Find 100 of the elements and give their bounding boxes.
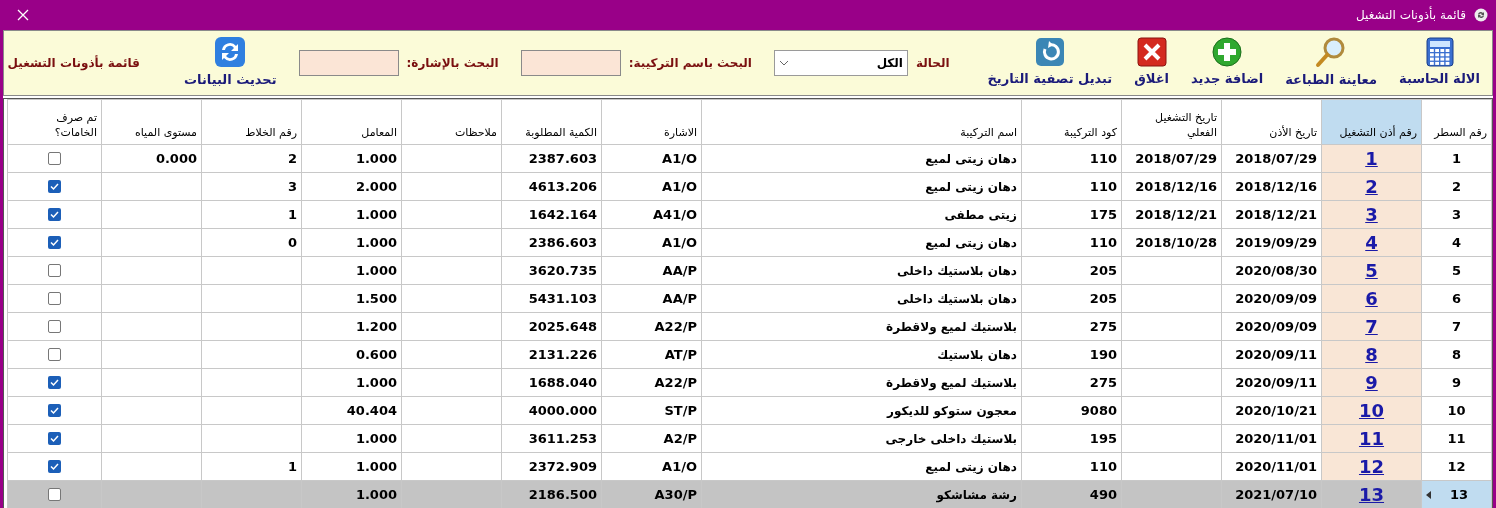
checkbox[interactable] xyxy=(48,376,61,389)
toolbar-button[interactable]: تبديل تصفية التاريخ xyxy=(987,37,1113,89)
permit-number-link[interactable]: 9 xyxy=(1365,372,1378,393)
search-name-label: البحث باسم التركيبة: xyxy=(628,55,752,72)
column-header[interactable]: تاريخ التشغيل الفعلي xyxy=(1121,99,1222,145)
column-header[interactable]: تاريخ الأذن xyxy=(1221,99,1322,145)
checkbox[interactable] xyxy=(48,264,61,277)
table-cell: 1.000 xyxy=(301,228,402,257)
table-cell: 1.000 xyxy=(301,368,402,397)
table-cell: 1.000 xyxy=(301,452,402,481)
table-cell: 1.200 xyxy=(301,312,402,341)
table-cell: بلاستيك لميع ولاقطرة xyxy=(701,368,1022,397)
column-header[interactable]: رقم الخلاط xyxy=(201,99,302,145)
toolbar-button[interactable]: اغلاق xyxy=(1134,37,1170,89)
search-sign-field[interactable] xyxy=(298,50,399,76)
checkbox[interactable] xyxy=(48,152,61,165)
checkbox[interactable] xyxy=(48,236,61,249)
table-cell: دهان زيتى لميع xyxy=(701,452,1022,481)
table-cell: 205 xyxy=(1021,256,1122,285)
checkbox[interactable] xyxy=(48,348,61,361)
table-cell: 2021/07/10 xyxy=(1221,480,1322,508)
table-cell: 2372.909 xyxy=(501,452,602,481)
table-cell: A30/P xyxy=(601,480,702,508)
table-cell: دهان بلاستيك داخلى xyxy=(701,284,1022,313)
table-cell: 2.000 xyxy=(301,172,402,201)
permit-number-link[interactable]: 10 xyxy=(1358,400,1385,421)
checkbox[interactable] xyxy=(48,404,61,417)
table-cell: 2020/08/30 xyxy=(1221,256,1322,285)
row-number-cell: 5 xyxy=(1421,256,1492,285)
plus-icon xyxy=(1212,37,1243,68)
row-number-cell: 3 xyxy=(1421,200,1492,229)
column-header[interactable]: المعامل xyxy=(301,99,402,145)
table-cell: 2131.226 xyxy=(501,340,602,369)
table-cell: 3611.253 xyxy=(501,424,602,453)
permit-number-link[interactable]: 11 xyxy=(1358,428,1385,449)
toolbar-button[interactable]: اضافة جديد xyxy=(1191,37,1264,89)
permit-number-link[interactable]: 7 xyxy=(1365,316,1378,337)
checkbox[interactable] xyxy=(48,432,61,445)
form-label: قائمة بأذونات التشغيل xyxy=(7,54,140,72)
table-cell: 110 xyxy=(1021,452,1122,481)
permit-number-link[interactable]: 6 xyxy=(1365,288,1378,309)
column-header[interactable]: ملاحظات xyxy=(401,99,502,145)
column-header[interactable]: كود التركيبة xyxy=(1021,99,1122,145)
toolbar-button[interactable]: معاينة الطباعة xyxy=(1285,36,1377,90)
column-header[interactable]: تم صرف الخامات؟ xyxy=(7,99,102,145)
table-cell: 275 xyxy=(1021,312,1122,341)
table-cell: 2020/11/01 xyxy=(1221,424,1322,453)
checkbox[interactable] xyxy=(48,292,61,305)
row-number-cell: 1 xyxy=(1421,144,1492,173)
table-cell: 2025.648 xyxy=(501,312,602,341)
search-name-field[interactable] xyxy=(520,50,621,76)
table-cell: A1/O xyxy=(601,172,702,201)
table-cell: 2020/10/21 xyxy=(1221,396,1322,425)
table-cell: 4613.206 xyxy=(501,172,602,201)
table-cell: 110 xyxy=(1021,144,1122,173)
column-header[interactable]: رقم السطر xyxy=(1421,99,1492,145)
checkbox[interactable] xyxy=(48,208,61,221)
permit-number-link[interactable]: 12 xyxy=(1358,456,1385,477)
table-cell: بلاستيك داخلى خارجى xyxy=(701,424,1022,453)
column-header[interactable]: رقم أذن التشغيل xyxy=(1321,99,1422,145)
table-cell: 190 xyxy=(1021,340,1122,369)
table-cell: 2386.603 xyxy=(501,228,602,257)
table-cell: A1/O xyxy=(601,452,702,481)
permit-number-link[interactable]: 4 xyxy=(1365,232,1378,253)
checkbox[interactable] xyxy=(48,320,61,333)
column-header[interactable]: الكمية المطلوبة xyxy=(501,99,602,145)
table-cell: دهان زيتى لميع xyxy=(701,144,1022,173)
permit-number-link[interactable]: 2 xyxy=(1365,176,1378,197)
checkbox[interactable] xyxy=(48,460,61,473)
table-cell: 490 xyxy=(1021,480,1122,508)
table-cell: A41/O xyxy=(601,200,702,229)
window-title: قائمة بأذونات التشغيل xyxy=(1356,6,1466,24)
permit-number-link[interactable]: 1 xyxy=(1365,148,1378,169)
table-cell: 2020/09/09 xyxy=(1221,284,1322,313)
status-dropdown[interactable]: الكل xyxy=(773,50,908,76)
refresh-icon xyxy=(214,36,247,69)
refresh-icon xyxy=(1474,8,1488,22)
column-header[interactable]: الاشارة xyxy=(601,99,702,145)
table-cell: رشة مشاشكو xyxy=(701,480,1022,508)
table-cell: 2020/09/11 xyxy=(1221,340,1322,369)
table-cell: 2020/09/11 xyxy=(1221,368,1322,397)
table-cell: AT/P xyxy=(601,340,702,369)
table-cell: 0.000 xyxy=(101,144,202,173)
checkbox[interactable] xyxy=(48,180,61,193)
column-header[interactable]: مستوى المياه xyxy=(101,99,202,145)
table-cell: AA/P xyxy=(601,284,702,313)
column-header[interactable]: اسم التركيبة xyxy=(701,99,1022,145)
table-cell: 1 xyxy=(201,200,302,229)
refresh-button[interactable]: تحديث البيانات xyxy=(183,36,277,90)
table-cell: معجون ستوكو للديكور xyxy=(701,396,1022,425)
table-cell: 2020/11/01 xyxy=(1221,452,1322,481)
permit-number-link[interactable]: 5 xyxy=(1365,260,1378,281)
row-number-cell: 6 xyxy=(1421,284,1492,313)
toolbar-button[interactable]: الالة الحاسبة xyxy=(1399,37,1480,89)
table-cell: 1 xyxy=(201,452,302,481)
table-cell: 40.404 xyxy=(301,396,402,425)
permit-number-link[interactable]: 3 xyxy=(1365,204,1378,225)
table-cell: 2387.603 xyxy=(501,144,602,173)
permit-number-link[interactable]: 8 xyxy=(1365,344,1378,365)
checkbox[interactable] xyxy=(48,488,61,501)
